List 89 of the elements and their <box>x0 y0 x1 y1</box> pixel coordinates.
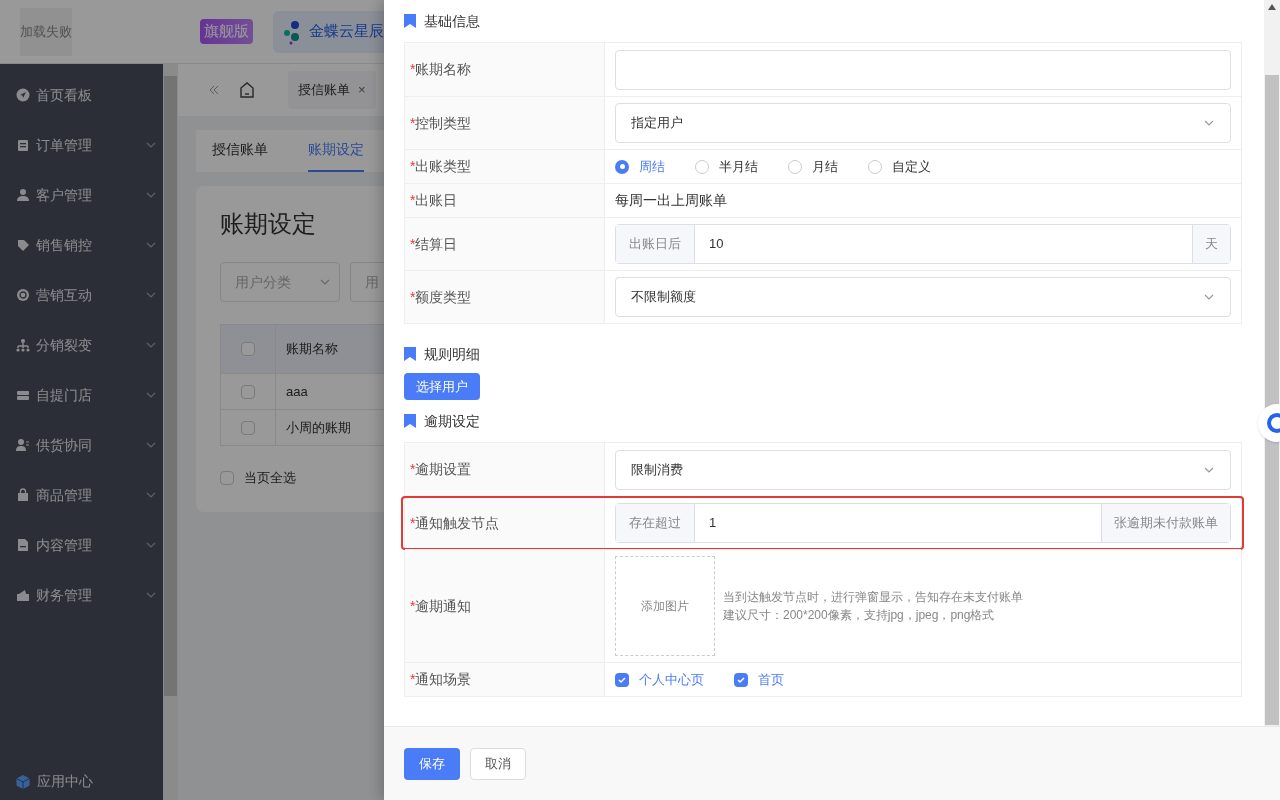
section-title: 规则明细 <box>424 344 480 364</box>
addon-input-field[interactable]: 出账日后 10 天 <box>615 224 1231 264</box>
sidebar-item[interactable]: 内容管理 <box>0 520 163 570</box>
scroll-up-icon[interactable] <box>1268 4 1276 10</box>
drawer-icon <box>16 388 30 402</box>
target-icon <box>16 288 30 302</box>
bookmark-icon <box>404 414 416 428</box>
select-field[interactable]: 指定用户 <box>615 103 1231 143</box>
select-field[interactable]: 限制消费 <box>615 449 1231 490</box>
sidebar-item[interactable]: 营销互动 <box>0 270 163 320</box>
checkbox[interactable] <box>241 342 255 356</box>
person-icon <box>16 438 30 452</box>
hint-text: 当到达触发节点时，进行弹窗显示，告知存在未支付账单 <box>723 589 1023 606</box>
sub-tab[interactable]: 账期设定 <box>308 139 364 172</box>
sidebar-item[interactable]: 财务管理 <box>0 570 163 620</box>
page-title: 账期设定 <box>220 209 316 239</box>
navigation-icon <box>16 88 30 102</box>
cancel-button[interactable]: 取消 <box>470 747 526 780</box>
sidebar-item[interactable]: 供货协同 <box>0 420 163 470</box>
home-icon[interactable] <box>238 81 256 99</box>
radio-button[interactable] <box>788 159 802 174</box>
radio-option[interactable]: 半月结 <box>695 156 758 177</box>
field-label: *出账日 <box>410 191 458 210</box>
drawer-scrollbar[interactable] <box>1264 0 1280 726</box>
addon-input-field[interactable]: 存在超过 1 张逾期未付款账单 <box>615 503 1231 543</box>
app-center-link[interactable]: 应用中心 <box>15 771 93 792</box>
radio-option[interactable]: 月结 <box>788 156 838 177</box>
tag-icon <box>16 238 30 252</box>
input-prefix: 存在超过 <box>616 504 695 542</box>
sidebar-item[interactable]: 销售销控 <box>0 220 163 270</box>
load-failed-text: 加载失败 <box>20 22 72 41</box>
section-title: 基础信息 <box>424 11 480 31</box>
checkbox[interactable] <box>220 470 234 485</box>
input-value: 10 <box>708 235 725 254</box>
input-suffix: 张逾期未付款账单 <box>1101 504 1230 542</box>
radio-button[interactable] <box>868 159 882 174</box>
sidebar-scrollbar[interactable] <box>163 64 178 800</box>
document-icon <box>16 538 30 552</box>
field-label: *逾期通知 <box>410 596 472 616</box>
sidebar-item[interactable]: 首页看板 <box>0 70 163 120</box>
field-label: *通知场景 <box>410 670 472 689</box>
select-all-label: 当页全选 <box>244 469 296 487</box>
checkbox[interactable] <box>615 672 629 687</box>
field-label: *额度类型 <box>410 287 472 307</box>
checkbox-option[interactable]: 首页 <box>734 669 784 690</box>
select-field[interactable]: 不限制额度 <box>615 277 1231 317</box>
bookmark-icon <box>404 14 416 28</box>
hierarchy-icon <box>16 338 30 352</box>
input-prefix: 出账日后 <box>616 225 695 263</box>
sidebar-item[interactable]: 商品管理 <box>0 470 163 520</box>
field-label: *通知触发节点 <box>410 513 500 533</box>
check-icon <box>736 674 746 685</box>
select-users-button[interactable]: 选择用户 <box>404 373 480 400</box>
cube-icon <box>15 773 31 790</box>
text-input-field[interactable] <box>615 49 1231 90</box>
hint-text: 建议尺寸：200*200像素，支持jpg，jpeg，png格式 <box>723 607 996 624</box>
image-upload-box[interactable]: 添加图片 <box>615 556 715 656</box>
check-icon <box>617 674 627 685</box>
input-value: 1 <box>708 514 718 533</box>
field-label: *逾期设置 <box>410 460 472 479</box>
person-icon <box>16 188 30 202</box>
field-label: *控制类型 <box>410 113 472 133</box>
checkbox-option[interactable]: 个人中心页 <box>615 669 704 690</box>
bookmark-icon <box>404 347 416 361</box>
brand-tab[interactable]: 金蝶云星辰 <box>273 10 384 53</box>
input-suffix: 天 <box>1192 225 1230 263</box>
checkbox[interactable] <box>241 420 255 435</box>
sidebar-item[interactable]: 订单管理 <box>0 120 163 170</box>
radio-option[interactable]: 自定义 <box>868 156 931 177</box>
field-label: *出账类型 <box>410 157 472 176</box>
save-button[interactable]: 保存 <box>404 747 460 780</box>
page-tab[interactable]: 授信账单 × <box>288 71 376 109</box>
field-label: *账期名称 <box>410 60 472 79</box>
checkbox[interactable] <box>241 384 255 399</box>
collapse-icon[interactable] <box>208 84 220 96</box>
radio-button[interactable] <box>615 159 629 174</box>
sidebar-item[interactable]: 分销裂变 <box>0 320 163 370</box>
clipboard-icon <box>16 138 30 152</box>
field-label: *结算日 <box>410 234 458 254</box>
field-value: 每周一出上周账单 <box>615 191 727 210</box>
sidebar-item[interactable]: 自提门店 <box>0 370 163 420</box>
tab-close-button[interactable]: × <box>358 80 366 100</box>
edition-badge: 旗舰版 <box>200 19 253 44</box>
radio-option[interactable]: 周结 <box>615 156 665 177</box>
checkbox[interactable] <box>734 672 748 687</box>
radio-button[interactable] <box>695 159 709 174</box>
sidebar-item[interactable]: 客户管理 <box>0 170 163 220</box>
section-title: 逾期设定 <box>424 411 480 431</box>
sub-tab[interactable]: 授信账单 <box>212 139 268 172</box>
